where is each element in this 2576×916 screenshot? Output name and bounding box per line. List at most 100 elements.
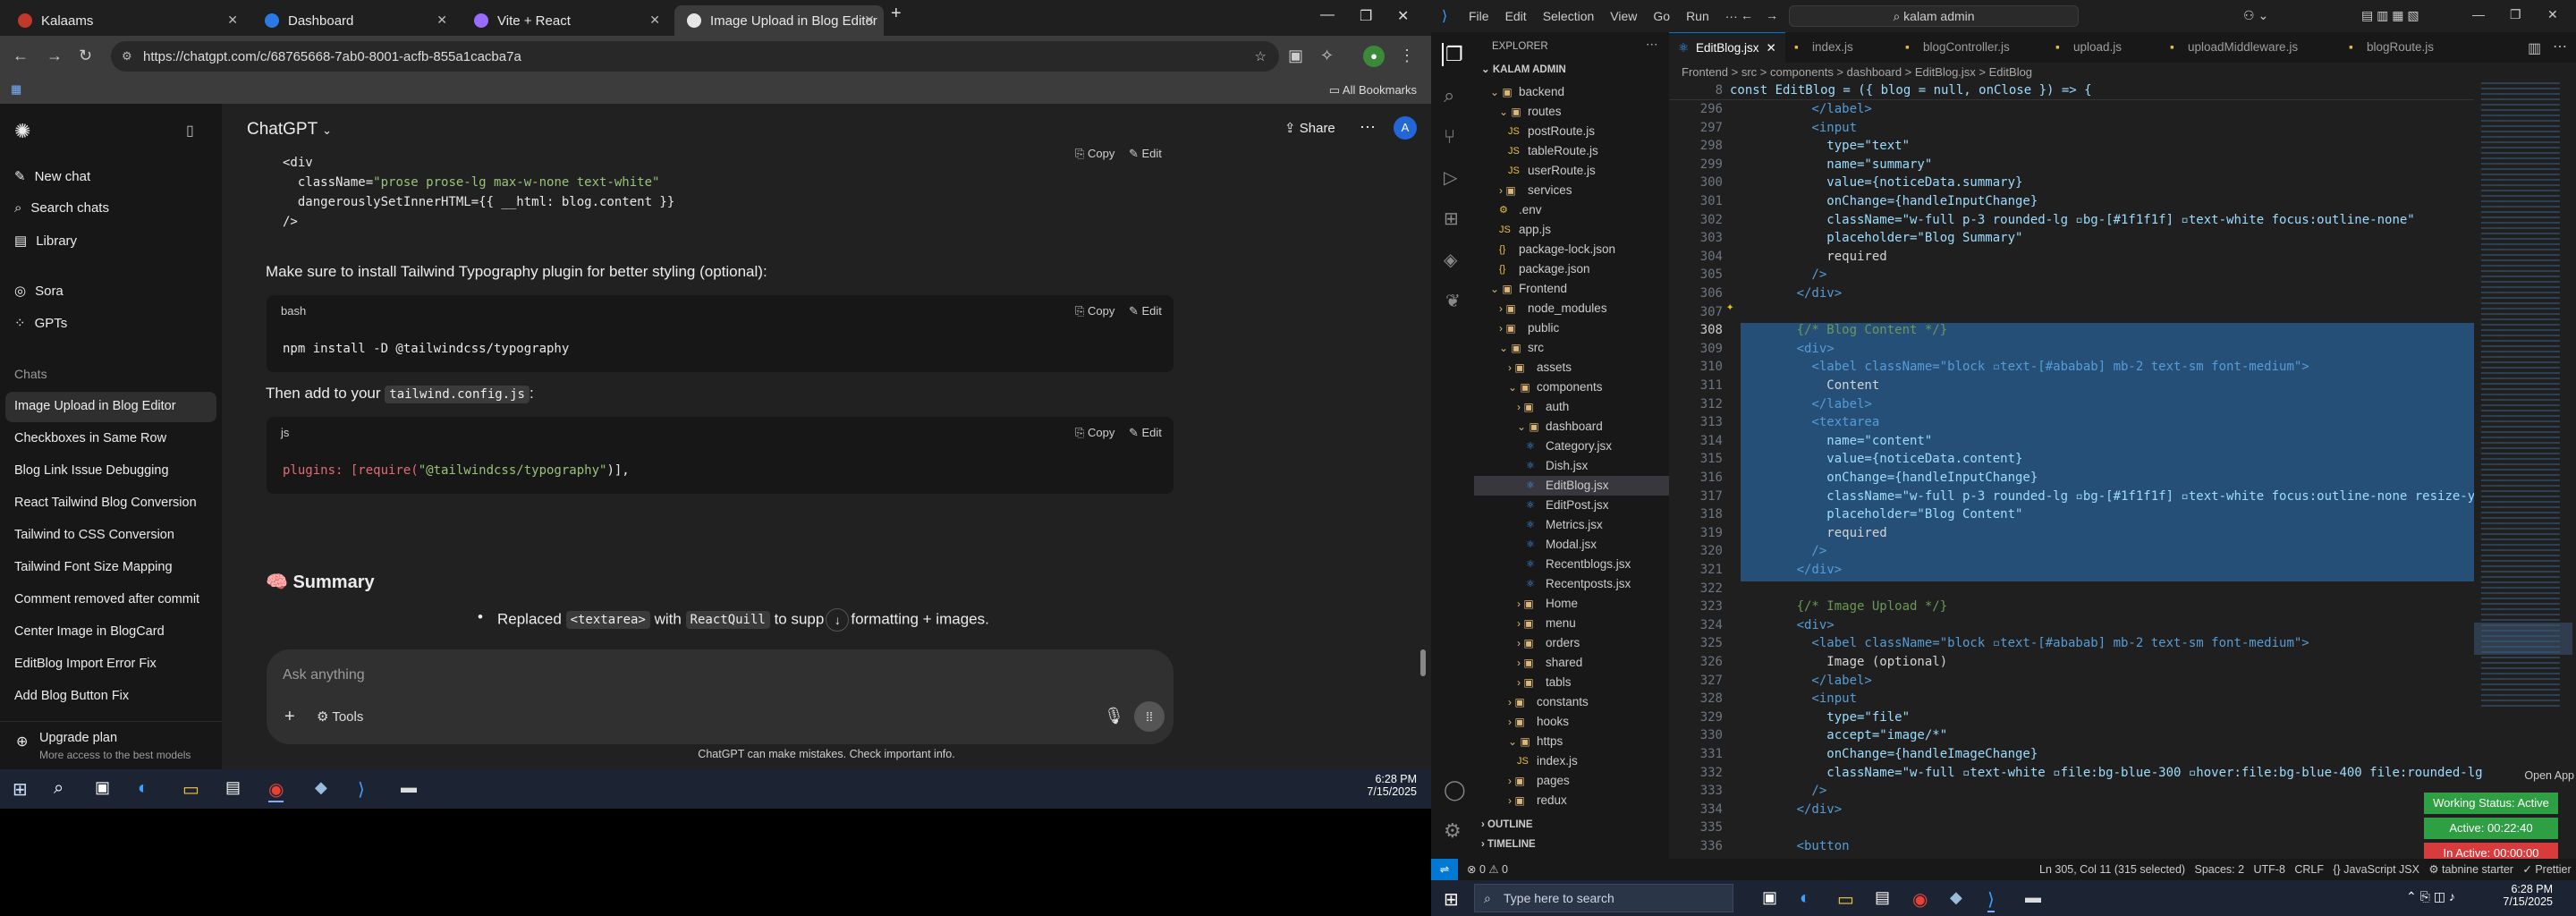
tree-item[interactable]: › ▣ assets bbox=[1474, 358, 1669, 377]
tree-item[interactable]: › ▣ services bbox=[1474, 181, 1669, 200]
back-icon[interactable]: ← bbox=[1741, 8, 1753, 22]
maximize-icon[interactable]: ❐ bbox=[1360, 7, 1372, 25]
mongodb-leaf-icon[interactable]: ❦ bbox=[1445, 290, 1461, 312]
tree-item[interactable]: JS app.js bbox=[1474, 220, 1669, 240]
tab-blogroute[interactable]: ▪ blogRoute.js bbox=[2340, 32, 2474, 63]
menu-edit[interactable]: Edit bbox=[1505, 9, 1527, 23]
close-tab-icon[interactable]: ✕ bbox=[649, 13, 660, 28]
chat-item[interactable]: Image Upload in Blog Editor bbox=[14, 399, 176, 413]
site-info-icon[interactable]: ⚙ bbox=[122, 49, 132, 64]
browser-tab-vite-react[interactable]: Vite + React ✕ bbox=[462, 5, 669, 36]
app-icon[interactable]: ◆ bbox=[315, 778, 327, 797]
add-attachment-icon[interactable]: + bbox=[284, 707, 295, 727]
chat-item[interactable]: React Tailwind Blog Conversion bbox=[14, 496, 197, 510]
tree-item[interactable]: ⚛ Category.jsx bbox=[1474, 437, 1669, 456]
store-icon[interactable]: ▤ bbox=[1875, 888, 1890, 907]
timeline-section[interactable]: › TIMELINE bbox=[1481, 839, 1536, 850]
taskbar-clock[interactable]: 6:28 PM 7/15/2025 bbox=[1342, 773, 1417, 798]
menu-view[interactable]: View bbox=[1610, 9, 1637, 23]
tree-item[interactable]: ⚛ Modal.jsx bbox=[1474, 535, 1669, 555]
tree-item[interactable]: ⚛ Metrics.jsx bbox=[1474, 515, 1669, 535]
forward-icon[interactable]: → bbox=[1766, 8, 1778, 22]
tree-item[interactable]: JS postRoute.js bbox=[1474, 122, 1669, 141]
edit-button[interactable]: ✎ Edit bbox=[1129, 426, 1162, 440]
tab-blogcontroller[interactable]: ▪ blogController.js bbox=[1896, 32, 2046, 63]
edit-button[interactable]: ✎ Edit bbox=[1129, 304, 1162, 318]
more-actions-icon[interactable]: ⋯ bbox=[1646, 38, 1658, 52]
search-icon[interactable]: ⌕ bbox=[54, 778, 64, 799]
tree-item[interactable]: ⌄ ▣ routes bbox=[1474, 102, 1669, 122]
remote-indicator-icon[interactable]: ⇌ bbox=[1431, 859, 1458, 880]
file-explorer-icon[interactable]: ▭ bbox=[1837, 888, 1854, 911]
tree-item[interactable]: ⌄ ▣ backend bbox=[1474, 82, 1669, 102]
close-tab-icon[interactable]: ✕ bbox=[436, 13, 447, 28]
source-control-icon[interactable]: ⑂ bbox=[1444, 125, 1455, 148]
store-icon[interactable]: ▤ bbox=[225, 778, 241, 797]
tree-item[interactable]: › ▣ Home bbox=[1474, 594, 1669, 614]
minimize-icon[interactable]: — bbox=[2472, 7, 2485, 21]
tree-item[interactable]: › ▣ public bbox=[1474, 318, 1669, 338]
breadcrumb[interactable]: Frontend > src > components > dashboard … bbox=[1669, 63, 2576, 82]
back-icon[interactable]: ← bbox=[13, 47, 29, 65]
openai-logo-icon[interactable]: ✺ bbox=[14, 120, 30, 143]
close-window-icon[interactable]: ✕ bbox=[2547, 7, 2558, 22]
gpts-button[interactable]: ⁘ GPTs bbox=[14, 315, 67, 332]
tab-upload[interactable]: ▪ upload.js bbox=[2046, 32, 2161, 63]
tree-item[interactable]: ⌄ ▣ src bbox=[1474, 338, 1669, 358]
tree-item[interactable]: {} package.json bbox=[1474, 259, 1669, 279]
extensions-icon[interactable]: ✧ bbox=[1320, 47, 1334, 65]
tree-item[interactable]: ⌄ ▣ dashboard bbox=[1474, 417, 1669, 437]
copy-button[interactable]: ⎘ Copy bbox=[1075, 426, 1114, 440]
tree-item[interactable]: ⌄ ▣ Frontend bbox=[1474, 279, 1669, 299]
tree-item[interactable]: › ▣ constants bbox=[1474, 692, 1669, 712]
close-tab-icon[interactable]: ✕ bbox=[227, 13, 238, 28]
tree-item[interactable]: › ▣ tabls bbox=[1474, 673, 1669, 692]
copilot-icon[interactable]: ⚇ ⌄ bbox=[2243, 8, 2268, 23]
outline-section[interactable]: › OUTLINE bbox=[1481, 819, 1533, 830]
close-window-icon[interactable]: ✕ bbox=[1397, 7, 1409, 25]
vscode-icon[interactable]: ⟩ bbox=[358, 778, 365, 801]
edit-button[interactable]: ✎ Edit bbox=[1129, 147, 1162, 161]
voice-mode-icon[interactable]: ⁞⁞ bbox=[1134, 701, 1165, 732]
tree-item[interactable]: ⌄ ▣ components bbox=[1474, 377, 1669, 397]
tree-item[interactable]: ⌄ ▣ https bbox=[1474, 732, 1669, 751]
search-chats-button[interactable]: ⌕ Search chats bbox=[14, 200, 109, 216]
user-avatar[interactable]: A bbox=[1394, 116, 1417, 140]
tools-button[interactable]: ⚙ Tools bbox=[317, 708, 363, 725]
minimap[interactable] bbox=[2474, 82, 2572, 708]
tree-item[interactable]: › ▣ redux bbox=[1474, 791, 1669, 810]
chat-item[interactable]: Center Image in BlogCard bbox=[14, 624, 165, 639]
forward-icon[interactable]: → bbox=[47, 47, 63, 65]
library-button[interactable]: ▤ Library bbox=[14, 233, 77, 250]
settings-gear-icon[interactable]: ⚙ bbox=[1444, 819, 1462, 843]
apps-grid-icon[interactable]: ▦ bbox=[11, 82, 21, 97]
edge-icon[interactable]: ◐ bbox=[1800, 888, 1810, 909]
chat-item[interactable]: Add Blog Button Fix bbox=[14, 689, 129, 703]
more-options-icon[interactable]: ⋯ bbox=[1360, 118, 1376, 137]
browser-tab-dashboard[interactable]: Dashboard ✕ bbox=[252, 5, 456, 36]
upgrade-plan-button[interactable]: ⊕ Upgrade plan More access to the best m… bbox=[0, 721, 222, 769]
toggle-sidebar-icon[interactable]: ▯ bbox=[186, 122, 194, 140]
tree-item[interactable]: JS tableRoute.js bbox=[1474, 141, 1669, 161]
address-bar[interactable]: ⚙ https://chatgpt.com/c/68765668-7ab0-80… bbox=[111, 41, 1279, 72]
tree-item[interactable]: › ▣ pages bbox=[1474, 771, 1669, 791]
tree-item[interactable]: › ▣ node_modules bbox=[1474, 299, 1669, 318]
task-view-icon[interactable]: ▣ bbox=[1762, 888, 1777, 907]
browser-tab-kalaams[interactable]: Kalaams ✕ bbox=[5, 5, 247, 36]
split-editor-icon[interactable]: ▥ bbox=[2528, 39, 2541, 57]
scrollbar-thumb[interactable] bbox=[1420, 649, 1426, 676]
tree-item[interactable]: ⚛ EditBlog.jsx bbox=[1474, 476, 1669, 496]
account-icon[interactable]: ◯ bbox=[1444, 778, 1466, 802]
chrome-menu-icon[interactable]: ⋮ bbox=[1399, 47, 1415, 65]
tree-item[interactable]: › ▣ shared bbox=[1474, 653, 1669, 673]
chat-item[interactable]: Blog Link Issue Debugging bbox=[14, 463, 169, 478]
remote-explorer-icon[interactable]: ◈ bbox=[1444, 249, 1457, 271]
menu-selection[interactable]: Selection bbox=[1543, 9, 1595, 23]
editor-status[interactable]: Ln 305, Col 11 (315 selected) Spaces: 2 … bbox=[2039, 859, 2572, 880]
new-tab-icon[interactable]: + bbox=[891, 4, 902, 24]
code-editor[interactable]: 8 const EditBlog = ({ blog = null, onClo… bbox=[1669, 82, 2576, 859]
edge-icon[interactable]: ◐ bbox=[138, 778, 148, 799]
tree-item[interactable]: ⚛ Dish.jsx bbox=[1474, 456, 1669, 476]
scroll-down-icon[interactable]: ↓ bbox=[826, 608, 850, 632]
chrome-icon[interactable]: ◉ bbox=[1912, 888, 1928, 911]
